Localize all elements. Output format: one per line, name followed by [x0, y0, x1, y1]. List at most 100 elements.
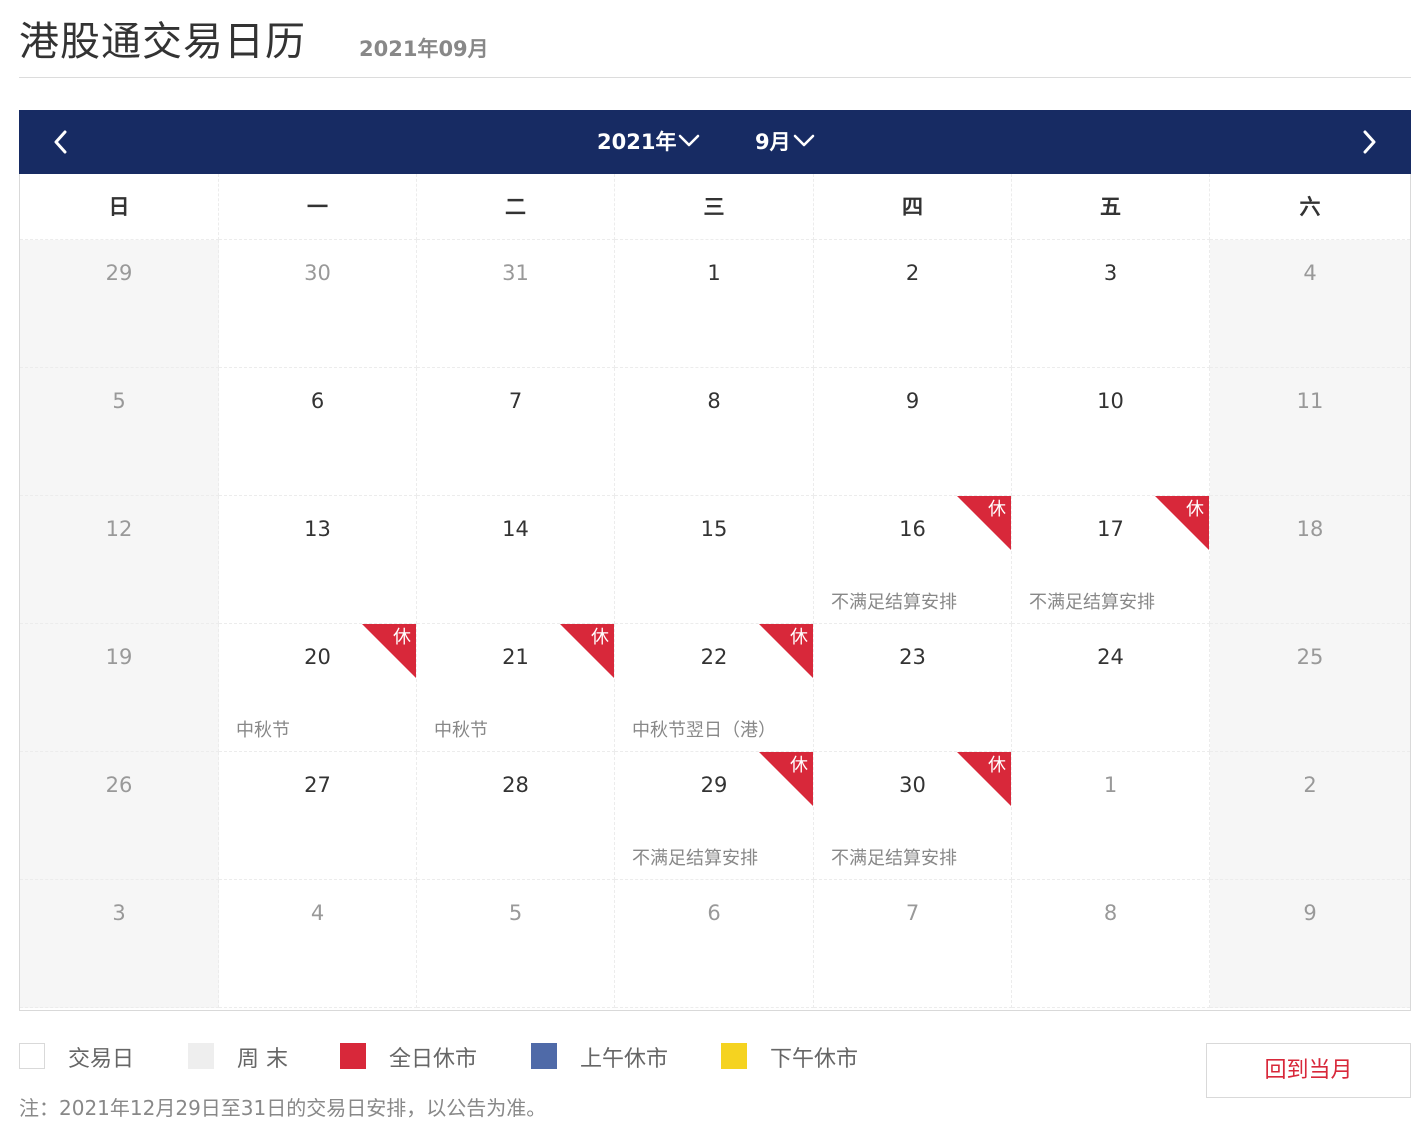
day-cell[interactable]: 14 — [417, 496, 615, 624]
weekday-header: 一 — [219, 174, 417, 240]
day-cell[interactable]: 20 休中秋节 — [219, 624, 417, 752]
chevron-right-icon — [1363, 130, 1376, 154]
day-cell[interactable]: 5 — [20, 368, 219, 496]
legend-label: 交易日 — [68, 1047, 135, 1072]
chevron-down-icon — [793, 134, 814, 147]
day-number: 31 — [502, 261, 529, 285]
day-note: 不满足结算安排 — [632, 848, 758, 869]
day-number: 6 — [310, 389, 325, 413]
day-number: 3 — [1103, 261, 1118, 285]
weekday-header: 五 — [1012, 174, 1210, 240]
day-cell[interactable]: 6 — [219, 368, 417, 496]
day-number: 19 — [105, 645, 133, 669]
back-to-current-month-button[interactable]: 回到当月 — [1206, 1043, 1411, 1098]
day-cell[interactable]: 7 — [814, 880, 1012, 1008]
day-cell[interactable]: 25 — [1210, 624, 1410, 752]
day-number: 7 — [905, 901, 920, 925]
day-cell[interactable]: 3 — [1012, 240, 1210, 368]
page-header: 港股通交易日历 2021年09月 — [19, 14, 1411, 78]
day-cell[interactable]: 8 — [1012, 880, 1210, 1008]
day-cell[interactable]: 16 休不满足结算安排 — [814, 496, 1012, 624]
day-cell[interactable]: 31 — [417, 240, 615, 368]
day-cell[interactable]: 6 — [615, 880, 814, 1008]
holiday-badge: 休 — [957, 752, 1011, 806]
day-cell[interactable]: 22 休中秋节翌日（港） — [615, 624, 814, 752]
day-number: 10 — [1097, 389, 1124, 413]
day-cell[interactable]: 28 — [417, 752, 615, 880]
day-note: 中秋节翌日（港） — [632, 720, 776, 741]
day-number: 23 — [899, 645, 926, 669]
day-cell[interactable]: 26 — [20, 752, 219, 880]
day-cell[interactable]: 24 — [1012, 624, 1210, 752]
day-cell[interactable]: 29 休不满足结算安排 — [615, 752, 814, 880]
day-number: 6 — [707, 901, 721, 925]
day-number: 29 — [105, 261, 133, 285]
day-cell[interactable]: 10 — [1012, 368, 1210, 496]
day-cell[interactable]: 30 — [219, 240, 417, 368]
next-month-button[interactable] — [1337, 110, 1401, 174]
legend-label: 上午休市 — [580, 1047, 669, 1072]
day-number: 18 — [1296, 517, 1324, 541]
week-row: 5 6 7 8 9 10 11 — [20, 368, 1410, 496]
week-row: 29 30 31 1 2 3 4 — [20, 240, 1410, 368]
month-select[interactable]: 9月 — [755, 127, 815, 157]
day-cell[interactable]: 30 休不满足结算安排 — [814, 752, 1012, 880]
day-number: 24 — [1097, 645, 1124, 669]
day-cell[interactable]: 1 — [615, 240, 814, 368]
day-cell[interactable]: 17 休不满足结算安排 — [1012, 496, 1210, 624]
day-number: 13 — [304, 517, 331, 541]
day-cell[interactable]: 7 — [417, 368, 615, 496]
day-cell[interactable]: 29 — [20, 240, 219, 368]
legend-swatch — [531, 1043, 557, 1069]
year-select-label: 2021年 — [597, 130, 677, 154]
page-title: 港股通交易日历 — [19, 19, 306, 65]
week-row: 12 13 14 15 16 休不满足结算安排 17 休不满足结算安排 18 — [20, 496, 1410, 624]
day-number: 3 — [112, 901, 126, 925]
week-row: 26 27 28 29 休不满足结算安排 30 休不满足结算安排 1 2 — [20, 752, 1410, 880]
holiday-badge-label: 休 — [790, 755, 808, 776]
day-cell[interactable]: 15 — [615, 496, 814, 624]
holiday-badge-label: 休 — [790, 627, 808, 648]
day-cell[interactable]: 2 — [1210, 752, 1410, 880]
prev-month-button[interactable] — [29, 110, 93, 174]
weekday-header: 日 — [20, 174, 219, 240]
day-cell[interactable]: 8 — [615, 368, 814, 496]
day-cell[interactable]: 11 — [1210, 368, 1410, 496]
day-number: 11 — [1296, 389, 1324, 413]
day-note: 不满足结算安排 — [1029, 592, 1155, 613]
day-number: 4 — [310, 901, 325, 925]
calendar: 2021年 9月 日 一 二 三 四 五 六 29 30 31 1 2 3 4 5 6 7 8 9 10… — [19, 110, 1411, 1011]
day-cell[interactable]: 4 — [219, 880, 417, 1008]
day-cell[interactable]: 5 — [417, 880, 615, 1008]
day-cell[interactable]: 18 — [1210, 496, 1410, 624]
weekday-header: 四 — [814, 174, 1012, 240]
day-cell[interactable]: 21 休中秋节 — [417, 624, 615, 752]
day-cell[interactable]: 13 — [219, 496, 417, 624]
day-cell[interactable]: 9 — [814, 368, 1012, 496]
weekday-header: 二 — [417, 174, 615, 240]
day-cell[interactable]: 1 — [1012, 752, 1210, 880]
day-cell[interactable]: 3 — [20, 880, 219, 1008]
day-cell[interactable]: 2 — [814, 240, 1012, 368]
day-number: 1 — [707, 261, 721, 285]
holiday-badge: 休 — [957, 496, 1011, 550]
year-select[interactable]: 2021年 — [597, 127, 700, 157]
day-number: 4 — [1303, 261, 1317, 285]
legend-swatch — [188, 1043, 214, 1069]
day-cell[interactable]: 19 — [20, 624, 219, 752]
chevron-down-icon — [679, 134, 700, 147]
chevron-left-icon — [54, 130, 67, 154]
day-cell[interactable]: 12 — [20, 496, 219, 624]
day-note: 中秋节 — [434, 720, 488, 741]
day-number: 8 — [1103, 901, 1118, 925]
legend-swatch — [721, 1043, 747, 1069]
holiday-badge-label: 休 — [988, 755, 1006, 776]
day-number: 30 — [304, 261, 331, 285]
day-number: 12 — [105, 517, 133, 541]
day-cell[interactable]: 9 — [1210, 880, 1410, 1008]
day-cell[interactable]: 27 — [219, 752, 417, 880]
day-cell[interactable]: 23 — [814, 624, 1012, 752]
day-note: 中秋节 — [236, 720, 290, 741]
day-number: 7 — [508, 389, 523, 413]
day-cell[interactable]: 4 — [1210, 240, 1410, 368]
